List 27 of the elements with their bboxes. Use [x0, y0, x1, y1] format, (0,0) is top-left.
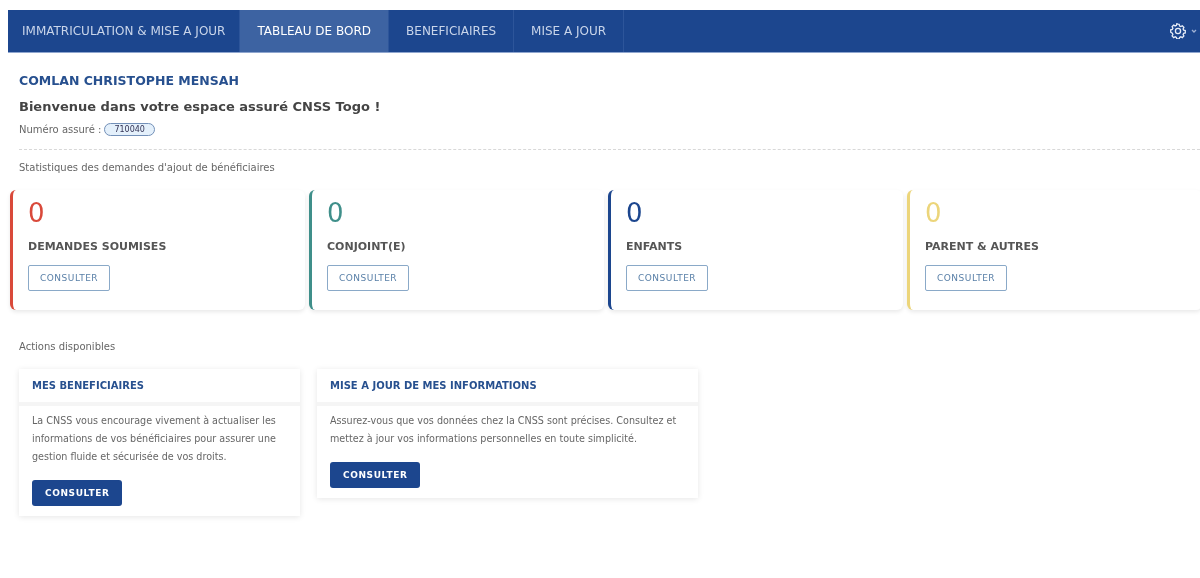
- stat-label: DEMANDES SOUMISES: [28, 240, 168, 253]
- stat-label: ENFANTS: [626, 240, 684, 253]
- nav-tab[interactable]: BENEFICIAIRES: [389, 10, 515, 52]
- consult-button[interactable]: CONSULTER: [327, 265, 410, 291]
- stat-count: 0: [925, 200, 943, 226]
- welcome-message: Bienvenue dans votre espace assuré CNSS Togo !: [19, 99, 382, 114]
- stat-count: 0: [327, 200, 345, 226]
- consult-button[interactable]: CONSULTER: [32, 480, 123, 506]
- action-card-text: Assurez-vous que vos données chez la CNSS sont précises. Consultez et mettez à jour vos informations personnelles en toute simplicité.: [330, 414, 678, 446]
- insured-number-badge: 710040: [104, 123, 155, 136]
- consult-button[interactable]: CONSULTER: [330, 462, 421, 488]
- stat-label: PARENT & AUTRES: [925, 240, 1041, 253]
- user-name: COMLAN CHRISTOPHE MENSAH: [19, 73, 240, 88]
- action-card-title: MISE A JOUR DE MES INFORMATIONS: [317, 369, 698, 406]
- consult-button[interactable]: CONSULTER: [626, 265, 709, 291]
- consult-button[interactable]: CONSULTER: [925, 265, 1008, 291]
- consult-button[interactable]: CONSULTER: [28, 265, 111, 291]
- stat-label: CONJOINT(E): [327, 240, 407, 253]
- nav-tab[interactable]: TABLEAU DE BORD: [240, 10, 390, 52]
- insured-number-label: Numéro assuré :: [19, 124, 102, 135]
- section-title: Actions disponibles: [19, 341, 117, 352]
- section-title: Statistiques des demandes d'ajout de bénéficiaires: [19, 162, 276, 173]
- stat-count: 0: [28, 200, 46, 226]
- stat-count: 0: [626, 200, 644, 226]
- nav-tab[interactable]: MISE A JOUR: [514, 10, 625, 52]
- action-card-text: La CNSS vous encourage vivement à actualiser les informations de vos bénéficiaires pour assurer une gestion fluide et sécurisée de vos droits.: [32, 414, 277, 464]
- action-card-title: MES BENEFICIAIRES: [19, 369, 300, 406]
